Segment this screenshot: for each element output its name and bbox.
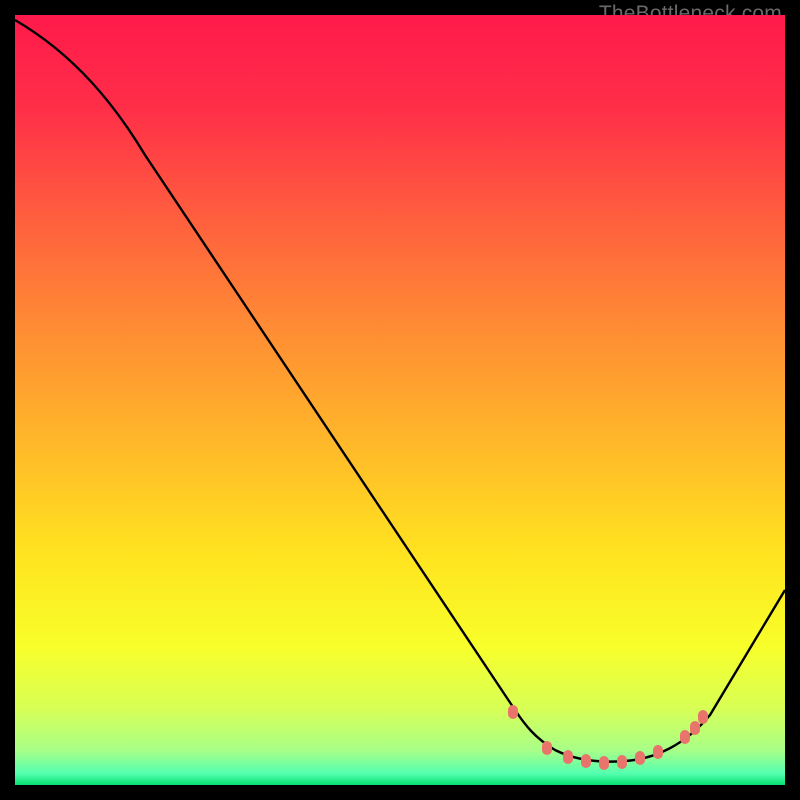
curve-path (15, 20, 785, 762)
flat-marker (680, 730, 690, 744)
flat-marker (581, 754, 591, 768)
flat-marker (599, 756, 609, 770)
flat-marker (617, 755, 627, 769)
flat-marker (635, 751, 645, 765)
flat-marker (563, 750, 573, 764)
flat-marker (542, 741, 552, 755)
flat-marker (653, 745, 663, 759)
flat-marker (508, 705, 518, 719)
flat-marker (690, 721, 700, 735)
chart-frame (15, 15, 785, 785)
flat-marker (698, 710, 708, 724)
bottleneck-curve (15, 15, 785, 785)
